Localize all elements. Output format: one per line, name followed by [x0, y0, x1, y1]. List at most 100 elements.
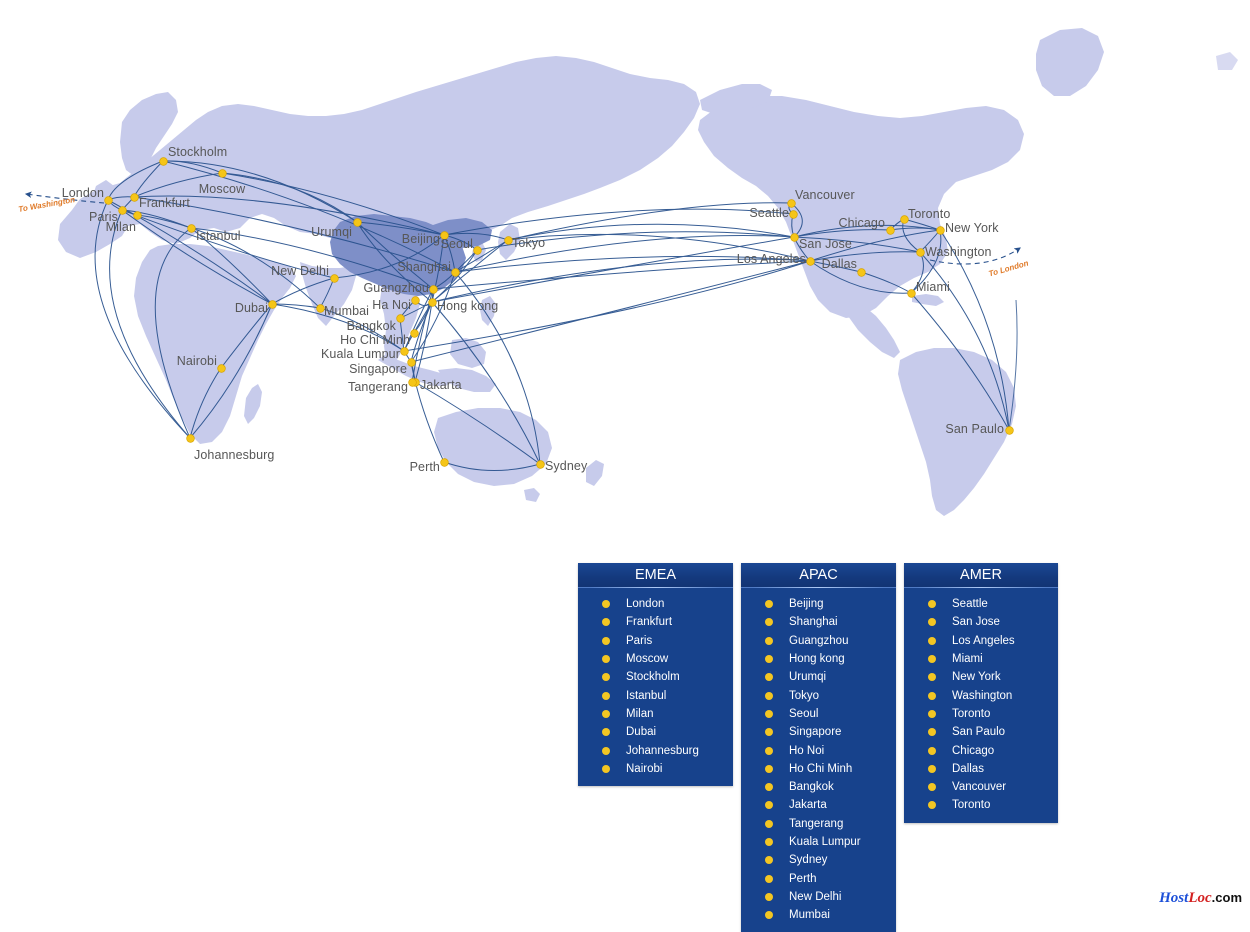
bullet-dot-icon	[765, 783, 773, 792]
map-node-new-york[interactable]	[936, 226, 944, 234]
legend-item[interactable]: Dallas	[904, 760, 1058, 778]
map-node-perth[interactable]	[440, 458, 448, 466]
legend-item-label: Paris	[626, 634, 653, 647]
legend-item[interactable]: Guangzhou	[741, 632, 896, 650]
map-node-washington[interactable]	[916, 248, 924, 256]
bullet-dot-icon	[928, 673, 936, 682]
map-node-bangkok[interactable]	[396, 314, 404, 322]
map-node-singapore[interactable]	[407, 358, 415, 366]
legend-item[interactable]: Urumqi	[741, 668, 896, 686]
bullet-dot-icon	[928, 801, 936, 810]
legend-item[interactable]: Jakarta	[741, 796, 896, 814]
legend-item[interactable]: Moscow	[578, 650, 733, 668]
map-node-tangerang[interactable]	[408, 378, 416, 386]
map-node-guangzhou[interactable]	[429, 285, 437, 293]
map-node-stockholm[interactable]	[159, 157, 167, 165]
map-node-frankfurt[interactable]	[130, 193, 138, 201]
bullet-dot-icon	[765, 636, 773, 645]
legend-item-label: Dubai	[626, 726, 657, 739]
map-node-chicago[interactable]	[886, 226, 894, 234]
legend-item[interactable]: San Jose	[904, 613, 1058, 631]
legend-item[interactable]: Nairobi	[578, 760, 733, 778]
legend-item[interactable]: Chicago	[904, 741, 1058, 759]
legend-item[interactable]: New York	[904, 668, 1058, 686]
legend-item[interactable]: Los Angeles	[904, 632, 1058, 650]
legend-item[interactable]: Miami	[904, 650, 1058, 668]
map-node-tokyo[interactable]	[504, 236, 512, 244]
map-node-dubai[interactable]	[268, 300, 276, 308]
watermark-loc-text: Loc	[1188, 890, 1212, 906]
map-node-sydney[interactable]	[536, 460, 544, 468]
legend-item[interactable]: Perth	[741, 869, 896, 887]
map-node-miami[interactable]	[907, 289, 915, 297]
legend-box-emea: EMEA London Frankfurt Paris Moscow Stockholm I…	[578, 563, 733, 786]
map-node-hong-kong[interactable]	[428, 298, 436, 306]
map-node-toronto[interactable]	[900, 215, 908, 223]
map-node-dallas[interactable]	[857, 268, 865, 276]
legend-item-label: Los Angeles	[952, 634, 1015, 647]
legend-item[interactable]: Seoul	[741, 705, 896, 723]
watermark-host-text: Host	[1159, 890, 1189, 906]
legend-item[interactable]: San Paulo	[904, 723, 1058, 741]
map-node-seattle[interactable]	[789, 210, 797, 218]
legend-item[interactable]: Seattle	[904, 595, 1058, 613]
legend-item[interactable]: Kuala Lumpur	[741, 833, 896, 851]
legend-item[interactable]: Mumbai	[741, 906, 896, 924]
legend-item[interactable]: New Delhi	[741, 888, 896, 906]
legend-item[interactable]: Toronto	[904, 705, 1058, 723]
legend-item[interactable]: Beijing	[741, 595, 896, 613]
legend-item[interactable]: Tokyo	[741, 686, 896, 704]
legend-item[interactable]: Frankfurt	[578, 613, 733, 631]
bullet-dot-icon	[765, 600, 773, 609]
legend-item[interactable]: Dubai	[578, 723, 733, 741]
legend-item[interactable]: Shanghai	[741, 613, 896, 631]
legend-item[interactable]: Ho Noi	[741, 741, 896, 759]
map-node-los-angeles[interactable]	[806, 257, 814, 265]
legend-header-amer: AMER	[904, 563, 1058, 588]
bullet-dot-icon	[765, 655, 773, 664]
map-node-milan[interactable]	[133, 211, 141, 219]
map-node-beijing[interactable]	[440, 231, 448, 239]
legend-item[interactable]: Milan	[578, 705, 733, 723]
map-node-kuala-lumpur[interactable]	[400, 347, 408, 355]
legend-item[interactable]: Paris	[578, 632, 733, 650]
legend-item[interactable]: Singapore	[741, 723, 896, 741]
map-node-paris[interactable]	[118, 206, 126, 214]
legend-item[interactable]: Stockholm	[578, 668, 733, 686]
bullet-dot-icon	[928, 636, 936, 645]
map-node-shanghai[interactable]	[451, 268, 459, 276]
legend-item-label: Toronto	[952, 799, 991, 812]
legend-header-apac: APAC	[741, 563, 896, 588]
map-node-new-delhi[interactable]	[330, 274, 338, 282]
legend-item[interactable]: Vancouver	[904, 778, 1058, 796]
bullet-dot-icon	[765, 911, 773, 920]
map-node-london[interactable]	[104, 196, 112, 204]
legend-item-label: San Jose	[952, 616, 1000, 629]
map-node-urumqi[interactable]	[353, 218, 361, 226]
map-node-ha-noi[interactable]	[411, 296, 419, 304]
legend-item[interactable]: Bangkok	[741, 778, 896, 796]
map-node-san-jose[interactable]	[790, 233, 798, 241]
legend-item-label: Chicago	[952, 744, 995, 757]
legend-item[interactable]: Ho Chi Minh	[741, 760, 896, 778]
map-node-vancouver[interactable]	[787, 199, 795, 207]
legend-item[interactable]: Tangerang	[741, 815, 896, 833]
map-node-mumbai[interactable]	[316, 304, 324, 312]
legend-item[interactable]: Sydney	[741, 851, 896, 869]
map-node-istanbul[interactable]	[187, 224, 195, 232]
map-node-moscow[interactable]	[218, 169, 226, 177]
legend-item-label: Seoul	[789, 707, 819, 720]
legend-item[interactable]: London	[578, 595, 733, 613]
map-node-johannesburg[interactable]	[186, 434, 194, 442]
legend-item[interactable]: Toronto	[904, 796, 1058, 814]
map-node-ho-chi-minh[interactable]	[410, 329, 418, 337]
map-node-seoul[interactable]	[473, 246, 481, 254]
legend-item-label: Vancouver	[952, 781, 1007, 794]
map-node-nairobi[interactable]	[217, 364, 225, 372]
legend-item[interactable]: Washington	[904, 686, 1058, 704]
legend-item-label: Singapore	[789, 726, 842, 739]
legend-item[interactable]: Hong kong	[741, 650, 896, 668]
legend-item[interactable]: Johannesburg	[578, 741, 733, 759]
legend-item[interactable]: Istanbul	[578, 686, 733, 704]
map-node-san-paulo[interactable]	[1005, 426, 1013, 434]
